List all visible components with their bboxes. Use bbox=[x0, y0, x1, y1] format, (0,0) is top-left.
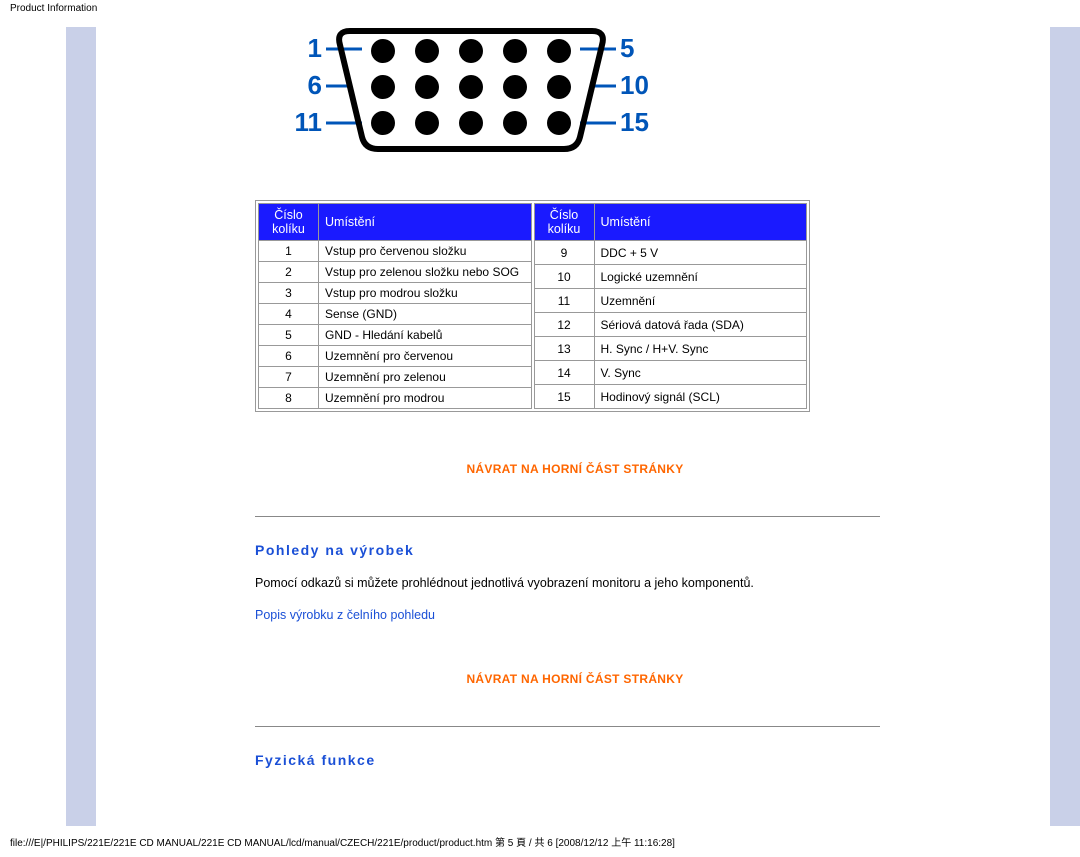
pin-number: 6 bbox=[259, 346, 319, 367]
pin-number: 4 bbox=[259, 304, 319, 325]
pin-desc: Sériová datová řada (SDA) bbox=[594, 313, 807, 337]
table-row: 8Uzemnění pro modrou bbox=[259, 388, 532, 409]
table-row: 1Vstup pro červenou složku bbox=[259, 241, 532, 262]
pin-desc: Sense (GND) bbox=[319, 304, 532, 325]
back-to-top-link-1[interactable]: NÁVRAT NA HORNÍ ČÁST STRÁNKY bbox=[255, 462, 895, 476]
section-body-views: Pomocí odkazů si můžete prohlédnout jedn… bbox=[255, 576, 895, 590]
table-row: 4Sense (GND) bbox=[259, 304, 532, 325]
pin-number: 14 bbox=[534, 361, 594, 385]
table-row: 13H. Sync / H+V. Sync bbox=[534, 337, 807, 361]
table-row: 11Uzemnění bbox=[534, 289, 807, 313]
main-content: 1 6 11 5 10 15 bbox=[255, 27, 895, 826]
table-row: 14V. Sync bbox=[534, 361, 807, 385]
table-row: 6Uzemnění pro červenou bbox=[259, 346, 532, 367]
pin-label-11: 11 bbox=[295, 107, 323, 137]
pin-number: 9 bbox=[534, 241, 594, 265]
pin-number: 15 bbox=[534, 385, 594, 409]
section-heading-physical: Fyzická funkce bbox=[255, 752, 895, 768]
back-to-top-link-2[interactable]: NÁVRAT NA HORNÍ ČÁST STRÁNKY bbox=[255, 672, 895, 686]
pin-desc: Hodinový signál (SCL) bbox=[594, 385, 807, 409]
pin-number: 2 bbox=[259, 262, 319, 283]
pin-desc: Vstup pro červenou složku bbox=[319, 241, 532, 262]
table-row: 15Hodinový signál (SCL) bbox=[534, 385, 807, 409]
link-front-view[interactable]: Popis výrobku z čelního pohledu bbox=[255, 608, 895, 622]
table-row: 2Vstup pro zelenou složku nebo SOG bbox=[259, 262, 532, 283]
pin-desc: Uzemnění pro zelenou bbox=[319, 367, 532, 388]
pin-label-1: 1 bbox=[308, 33, 322, 63]
pin-desc: Vstup pro zelenou složku nebo SOG bbox=[319, 262, 532, 283]
pin-desc: H. Sync / H+V. Sync bbox=[594, 337, 807, 361]
divider-2 bbox=[255, 726, 880, 727]
vga-connector-diagram: 1 6 11 5 10 15 bbox=[280, 27, 895, 160]
pin-table-right: Číslo kolíku Umístění 9DDC + 5 V10Logick… bbox=[534, 203, 808, 409]
pin-number: 12 bbox=[534, 313, 594, 337]
pin-desc: Vstup pro modrou složku bbox=[319, 283, 532, 304]
pin-table-left: Číslo kolíku Umístění 1Vstup pro červeno… bbox=[258, 203, 532, 409]
col-header-pin-left: Číslo kolíku bbox=[259, 204, 319, 241]
pin-desc: GND - Hledání kabelů bbox=[319, 325, 532, 346]
pin-label-15: 15 bbox=[620, 107, 649, 137]
pin-label-10: 10 bbox=[620, 70, 649, 100]
pin-desc: Uzemnění bbox=[594, 289, 807, 313]
table-row: 7Uzemnění pro zelenou bbox=[259, 367, 532, 388]
pin-number: 5 bbox=[259, 325, 319, 346]
pin-desc: V. Sync bbox=[594, 361, 807, 385]
col-header-pin-right: Číslo kolíku bbox=[534, 204, 594, 241]
table-row: 10Logické uzemnění bbox=[534, 265, 807, 289]
pin-number: 11 bbox=[534, 289, 594, 313]
col-header-loc-left: Umístění bbox=[319, 204, 532, 241]
pin-desc: Uzemnění pro modrou bbox=[319, 388, 532, 409]
divider-1 bbox=[255, 516, 880, 517]
pin-label-6: 6 bbox=[308, 70, 322, 100]
pin-desc: Uzemnění pro červenou bbox=[319, 346, 532, 367]
pin-number: 13 bbox=[534, 337, 594, 361]
right-decorative-stripe bbox=[1050, 27, 1080, 826]
left-decorative-stripe bbox=[66, 27, 96, 826]
section-heading-views: Pohledy na výrobek bbox=[255, 542, 895, 558]
page-body: 1 6 11 5 10 15 bbox=[40, 27, 1040, 826]
table-row: 9DDC + 5 V bbox=[534, 241, 807, 265]
pin-assignment-table: Číslo kolíku Umístění 1Vstup pro červeno… bbox=[255, 200, 810, 412]
pin-number: 1 bbox=[259, 241, 319, 262]
table-row: 5GND - Hledání kabelů bbox=[259, 325, 532, 346]
col-header-loc-right: Umístění bbox=[594, 204, 807, 241]
pin-desc: DDC + 5 V bbox=[594, 241, 807, 265]
pin-number: 8 bbox=[259, 388, 319, 409]
pin-number: 7 bbox=[259, 367, 319, 388]
pin-number: 3 bbox=[259, 283, 319, 304]
pin-label-5: 5 bbox=[620, 33, 634, 63]
page-header: Product Information bbox=[0, 0, 1080, 17]
pin-number: 10 bbox=[534, 265, 594, 289]
pin-desc: Logické uzemnění bbox=[594, 265, 807, 289]
table-row: 3Vstup pro modrou složku bbox=[259, 283, 532, 304]
table-row: 12Sériová datová řada (SDA) bbox=[534, 313, 807, 337]
footer-file-path: file:///E|/PHILIPS/221E/221E CD MANUAL/2… bbox=[0, 826, 1080, 857]
